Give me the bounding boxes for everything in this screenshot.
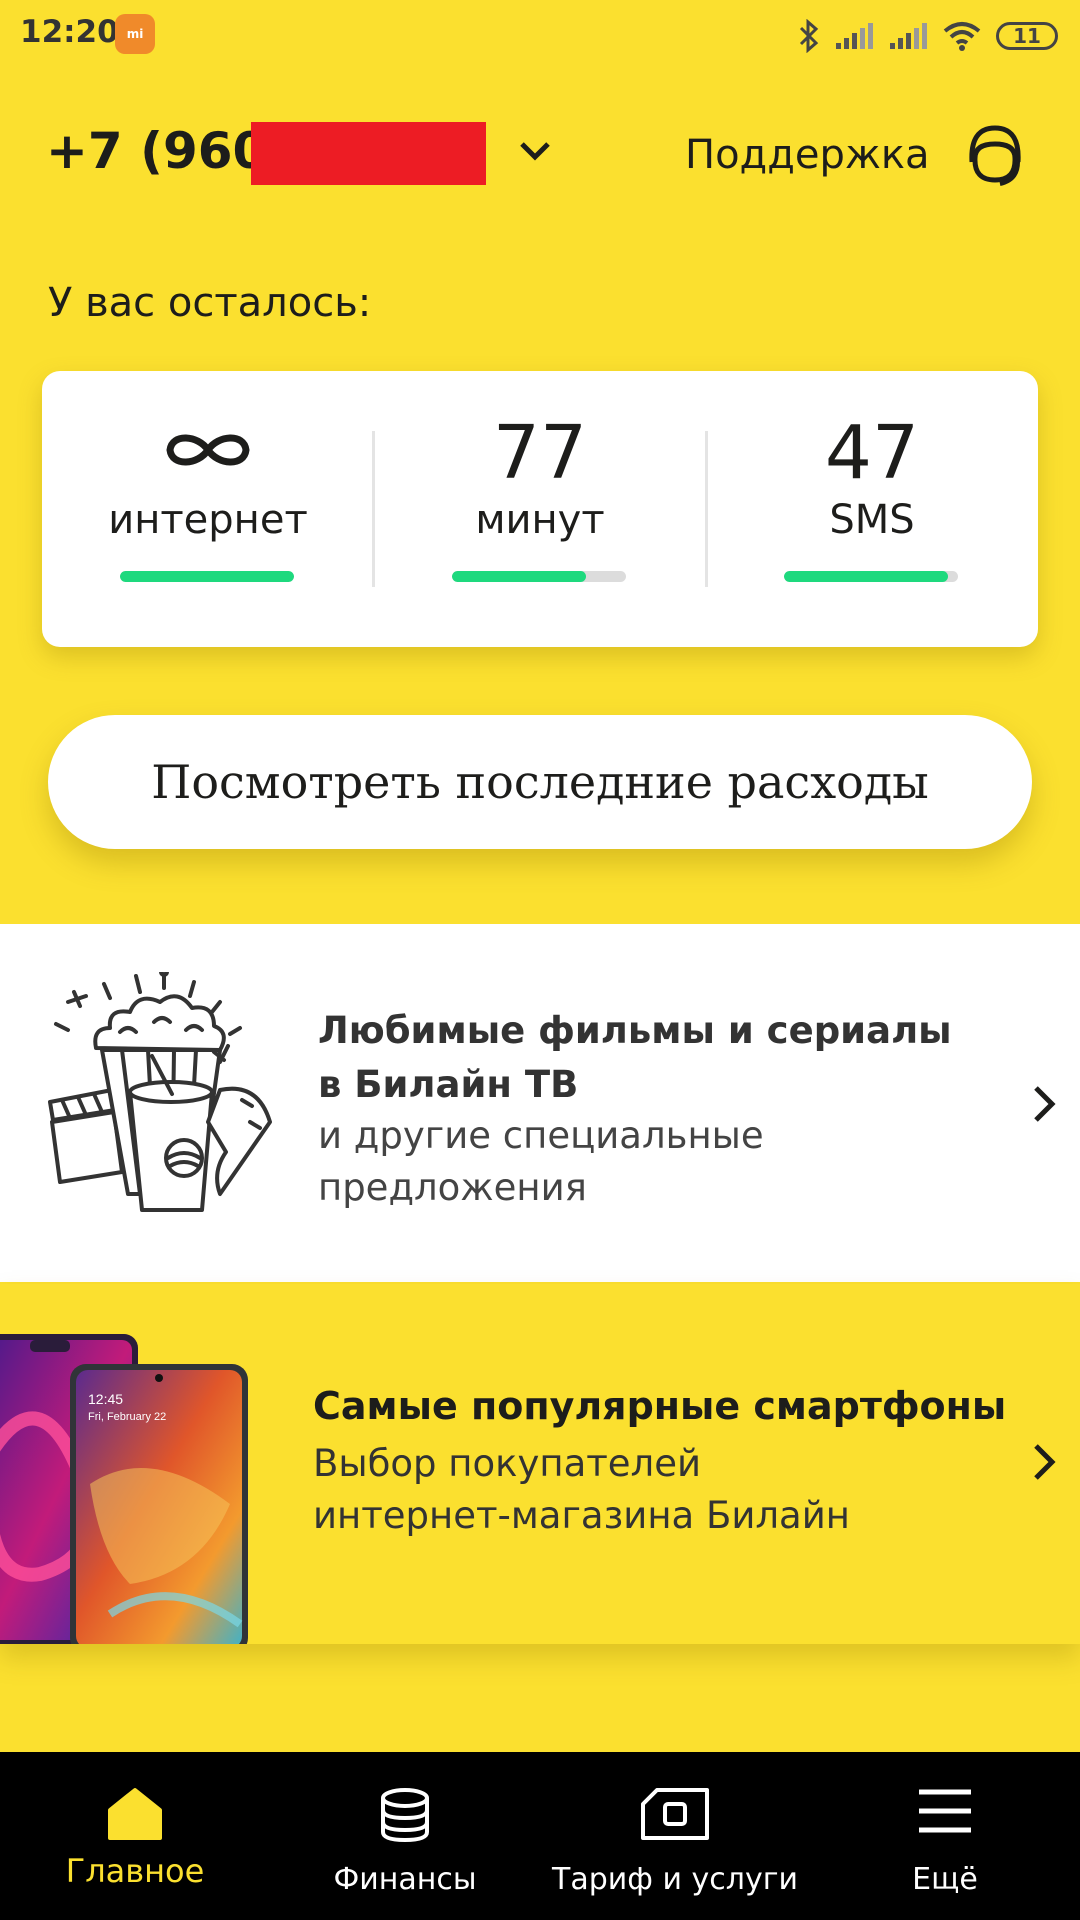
nav-item-finance[interactable]: Финансы [270,1752,540,1920]
remaining-label: У вас осталось: [48,280,372,326]
nav-label-tariff: Тариф и услуги [552,1862,798,1897]
minutes-progress-fill [452,571,586,582]
promo-phones-subtitle-line: Выбор покупателей [313,1442,702,1485]
minutes-value: 77 [492,410,588,496]
support-link[interactable]: Поддержка [685,132,930,178]
sms-caption: SMS [829,497,915,543]
smartphones-image: 12:45 Fri, February 22 [0,1334,248,1644]
promo-phones-title: Самые популярные смартфоны [313,1384,1007,1428]
promo-tv-title-line: в Билайн ТВ [318,1063,579,1106]
sms-balance[interactable]: 47 SMS [706,371,1038,647]
status-bar: 12:20 mi 11 [0,0,1080,70]
promo-tv-title-line: Любимые фильмы и сериалы [318,1009,952,1052]
wifi-icon [943,22,981,51]
redacted-block [251,122,486,185]
nav-label-home: Главное [65,1852,205,1890]
sms-progress [784,571,958,582]
chevron-down-icon[interactable] [518,140,552,162]
mi-app-icon: mi [115,14,155,54]
signal-icon [890,23,927,49]
nav-item-more[interactable]: Ещё [810,1752,1080,1920]
promo-smartphones[interactable]: 12:45 Fri, February 22 Самые популярные … [0,1284,1080,1644]
promo-phones-subtitle-line: интернет-магазина Билайн [313,1494,850,1537]
nav-item-tariff[interactable]: Тариф и услуги [540,1752,810,1920]
popcorn-cinema-illustration [48,972,272,1212]
chevron-right-icon[interactable] [1032,1084,1056,1124]
internet-progress-fill [120,571,294,582]
phone-screen-time: 12:45 [88,1391,123,1407]
coins-icon [381,1788,429,1843]
minutes-caption: минут [475,497,605,543]
headset-icon[interactable] [960,122,1030,192]
chevron-right-icon[interactable] [1032,1442,1056,1482]
nav-item-home[interactable]: Главное [0,1752,270,1920]
menu-icon [919,1789,971,1833]
promo-tv-subtitle-line: предложения [318,1166,587,1209]
minutes-balance[interactable]: 77 минут [374,371,706,647]
internet-caption: интернет [108,497,308,543]
promo-tv-subtitle-line: и другие специальные [318,1114,764,1157]
minutes-progress [452,571,626,582]
promo-phones-subtitle: Выбор покупателей интернет-магазина Била… [313,1438,850,1542]
internet-balance[interactable]: интернет [42,371,374,647]
infinity-icon [166,434,250,466]
sim-card-icon [641,1788,709,1840]
promo-tv-subtitle: и другие специальные предложения [318,1110,764,1214]
battery-icon: 11 [996,22,1058,50]
internet-progress [120,571,294,582]
bottom-navigation: Главное Финансы Тариф и услуги Ещё [0,1752,1080,1920]
phone-screen-date: Fri, February 22 [88,1411,166,1423]
bluetooth-icon [799,19,819,53]
view-expenses-button[interactable]: Посмотреть последние расходы [48,715,1032,849]
status-time: 12:20 [20,14,119,50]
signal-icon [836,23,873,49]
nav-label-finance: Финансы [333,1862,477,1897]
promo-tv-title: Любимые фильмы и сериалы в Билайн ТВ [318,1004,952,1112]
balance-card[interactable]: интернет 77 минут 47 SMS [42,371,1038,647]
home-icon [108,1788,162,1840]
sms-value: 47 [824,410,920,496]
sms-progress-fill [784,571,948,582]
status-icons: 11 [798,16,1058,56]
promo-beeline-tv[interactable]: Любимые фильмы и сериалы в Билайн ТВ и д… [0,924,1080,1282]
nav-label-more: Ещё [912,1862,978,1897]
